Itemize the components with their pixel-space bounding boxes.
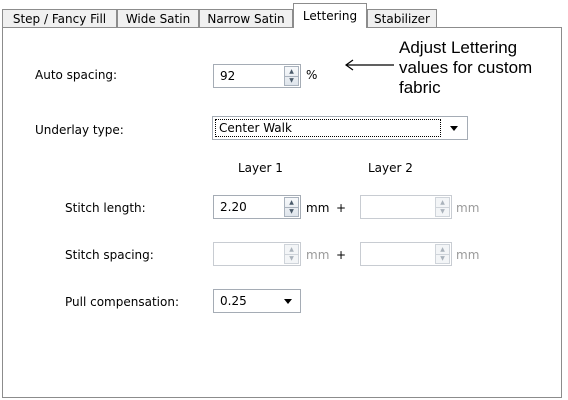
underlay-type-dropdown[interactable]: Center Walk — [212, 116, 468, 140]
stitch-length-layer1-spinner[interactable]: ▲ ▼ — [284, 197, 299, 217]
tab-label: Step / Fancy Fill — [12, 11, 107, 26]
tab-lettering[interactable]: Lettering — [293, 3, 367, 28]
stitch-length-layer2-input[interactable]: ▲ ▼ — [360, 195, 452, 219]
stitch-length-layer1-unit: mm — [306, 201, 330, 215]
stitch-length-layer1-input[interactable]: 2.20 ▲ ▼ — [213, 195, 301, 219]
callout-arrow-icon — [344, 59, 394, 71]
spin-down-icon[interactable]: ▼ — [285, 76, 298, 85]
tab-step-fancy-fill[interactable]: Step / Fancy Fill — [2, 9, 117, 27]
stitch-spacing-layer1-unit: mm — [306, 248, 330, 262]
stitch-length-label: Stitch length: — [65, 201, 146, 215]
tab-wide-satin[interactable]: Wide Satin — [117, 9, 199, 27]
stitch-length-plus: + — [336, 201, 347, 215]
auto-spacing-input[interactable]: 92 ▲ ▼ — [213, 64, 301, 88]
stitch-spacing-label: Stitch spacing: — [65, 248, 154, 262]
spin-down-icon[interactable]: ▼ — [436, 207, 449, 216]
stitch-spacing-layer1-spinner[interactable]: ▲ ▼ — [284, 244, 299, 264]
stitch-spacing-layer2-unit: mm — [456, 248, 480, 262]
stitch-spacing-layer2-spinner[interactable]: ▲ ▼ — [435, 244, 450, 264]
spin-down-icon[interactable]: ▼ — [285, 254, 298, 263]
pull-compensation-selected: 0.25 — [220, 294, 247, 308]
stitch-spacing-layer1-input[interactable]: ▲ ▼ — [213, 242, 301, 266]
tab-stabilizer[interactable]: Stabilizer — [367, 9, 437, 27]
auto-spacing-spinner[interactable]: ▲ ▼ — [284, 66, 299, 86]
stitch-spacing-plus: + — [336, 248, 347, 262]
layer2-header: Layer 2 — [368, 161, 413, 175]
tab-label: Wide Satin — [125, 11, 191, 26]
chevron-down-icon — [450, 126, 458, 131]
underlay-type-selected: Center Walk — [219, 121, 292, 135]
pull-compensation-label: Pull compensation: — [65, 295, 179, 309]
stitch-spacing-layer2-input[interactable]: ▲ ▼ — [360, 242, 452, 266]
underlay-dropdown-button[interactable] — [443, 119, 465, 137]
pull-compensation-dropdown[interactable]: 0.25 — [213, 289, 301, 313]
tab-narrow-satin[interactable]: Narrow Satin — [199, 9, 293, 27]
auto-spacing-unit: % — [306, 68, 318, 82]
stitch-length-layer1-value: 2.20 — [220, 200, 247, 214]
tab-label: Narrow Satin — [207, 11, 285, 26]
spin-down-icon[interactable]: ▼ — [436, 254, 449, 263]
stitch-length-layer2-spinner[interactable]: ▲ ▼ — [435, 197, 450, 217]
spin-down-icon[interactable]: ▼ — [285, 207, 298, 216]
tab-label: Lettering — [302, 9, 358, 23]
chevron-down-icon — [284, 299, 292, 304]
underlay-type-label: Underlay type: — [35, 123, 124, 137]
layer1-header: Layer 1 — [238, 161, 283, 175]
pull-compensation-dropdown-button[interactable] — [278, 292, 298, 310]
auto-spacing-label: Auto spacing: — [35, 68, 118, 82]
stitch-length-layer2-unit: mm — [456, 201, 480, 215]
tab-label: Stabilizer — [374, 11, 430, 26]
callout-text: Adjust Lettering values for custom fabri… — [399, 38, 533, 97]
auto-spacing-value: 92 — [220, 69, 236, 83]
